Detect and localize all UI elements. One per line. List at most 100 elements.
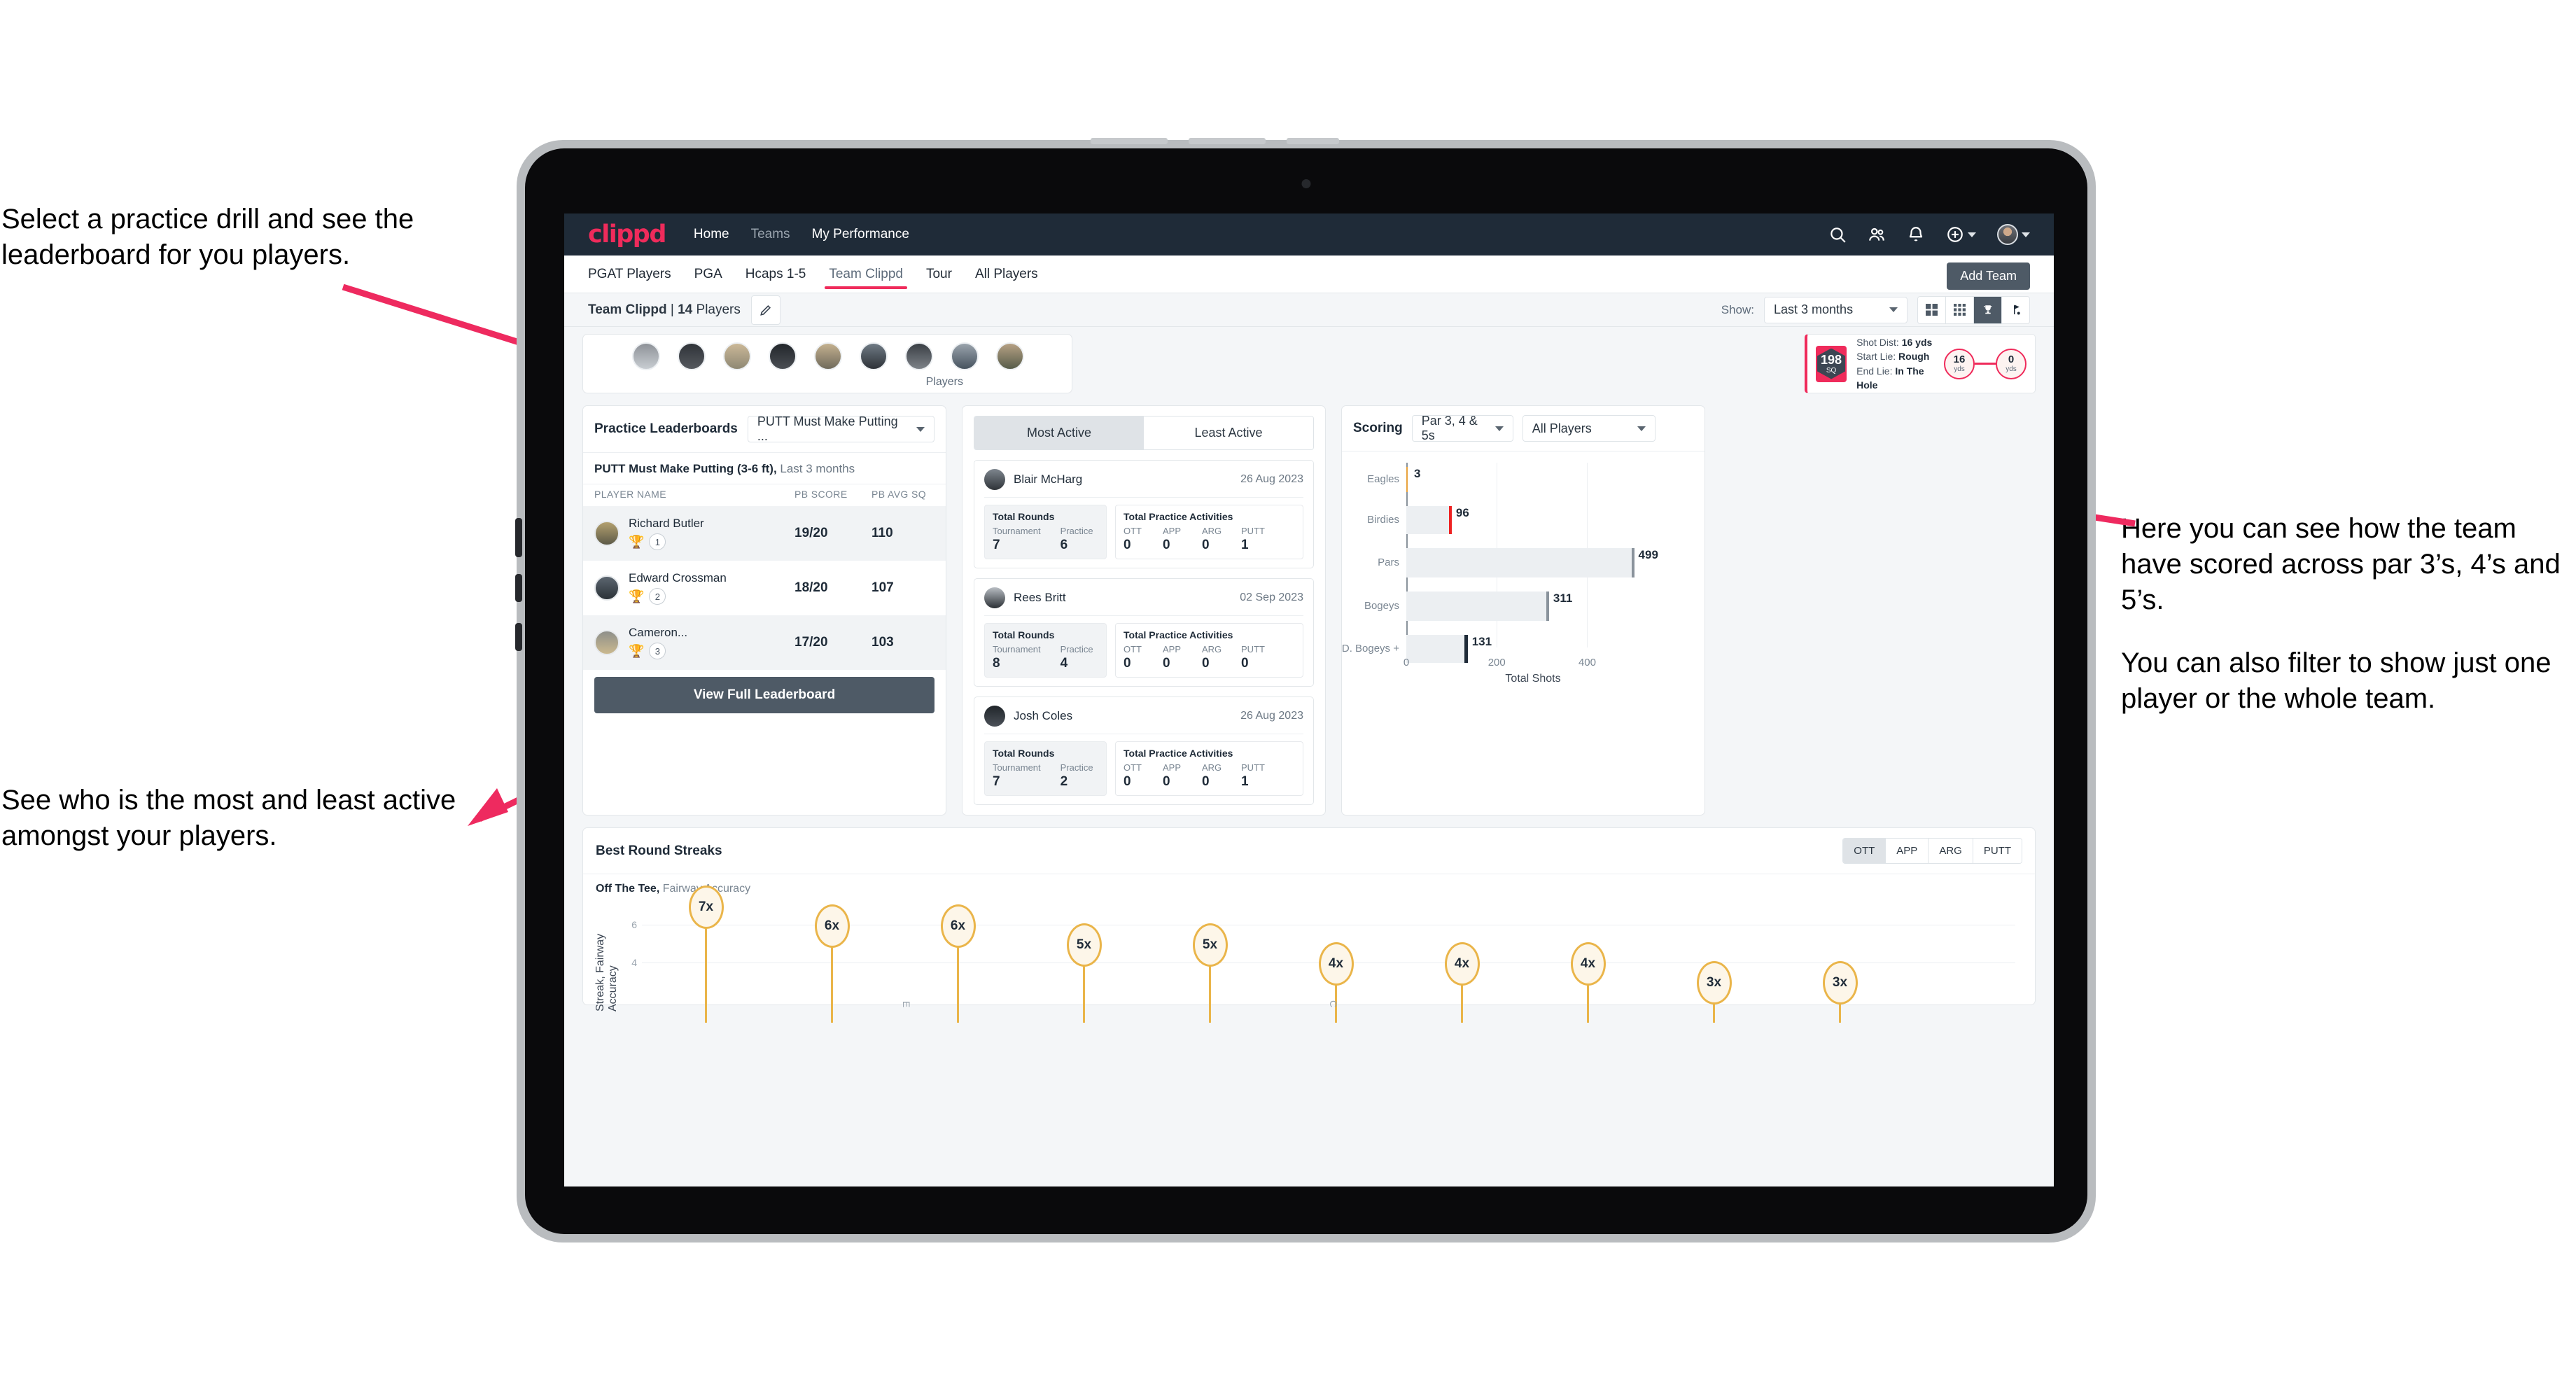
- streak-marker[interactable]: 3x: [1696, 961, 1732, 1023]
- pb-avg-sq: 103: [872, 635, 894, 650]
- avatar[interactable]: [814, 342, 842, 370]
- avatar[interactable]: [678, 342, 706, 370]
- total-practice-activities-box: Total Practice Activities OTT 0 APP 0 ARG 0…: [1115, 741, 1303, 796]
- view-trophy-button[interactable]: [1974, 296, 2002, 323]
- nav-home[interactable]: Home: [694, 227, 729, 242]
- shot-sq-value: 198: [1821, 352, 1842, 367]
- tab-most-active[interactable]: Most Active: [974, 416, 1144, 449]
- view-grid-large-button[interactable]: [1918, 296, 1946, 323]
- avatar[interactable]: [632, 342, 660, 370]
- date-range-select[interactable]: Last 3 months: [1764, 296, 1907, 323]
- avatar[interactable]: [905, 342, 933, 370]
- tablet-device: clippd Home Teams My Performance PGAT Pl…: [515, 138, 2096, 1242]
- par-filter-select[interactable]: Par 3, 4 & 5s: [1411, 414, 1513, 442]
- profile-menu[interactable]: [1997, 224, 2030, 245]
- ott-label: OTT: [1124, 762, 1142, 773]
- annotation-bottom-left-text: See who is the most and least active amo…: [1, 785, 456, 852]
- start-lie-value: Rough: [1898, 351, 1930, 363]
- tab-least-active[interactable]: Least Active: [1144, 416, 1313, 449]
- bell-icon[interactable]: [1907, 225, 1925, 244]
- search-icon[interactable]: [1828, 225, 1847, 244]
- annotation-right: Here you can see how the team have score…: [2121, 511, 2569, 743]
- ott-stat: OTT 0: [1124, 762, 1147, 790]
- streak-marker[interactable]: 7x: [688, 886, 724, 1023]
- edit-team-button[interactable]: [750, 295, 780, 325]
- annotation-top-left-text: Select a practice drill and see the lead…: [1, 204, 414, 271]
- table-row[interactable]: Cameron... 🏆 3 17/20 103: [583, 615, 946, 670]
- clippd-logo[interactable]: clippd: [588, 220, 666, 248]
- tab-tour[interactable]: Tour: [926, 255, 952, 293]
- streaks-subtitle: Off The Tee, Fairway Accuracy: [583, 874, 2035, 895]
- tab-app[interactable]: APP: [1886, 839, 1929, 863]
- table-row[interactable]: Edward Crossman 🏆 2 18/20 107: [583, 561, 946, 615]
- tab-arg[interactable]: ARG: [1928, 839, 1973, 863]
- activity-stats: Total Rounds Tournament 8 Practice 4 Tot…: [984, 623, 1303, 678]
- bar-label: Eagles: [1367, 473, 1399, 485]
- activity-player-card[interactable]: Josh Coles 26 Aug 2023 Total Rounds Tour…: [974, 696, 1314, 805]
- tournament-value: 7: [993, 774, 1000, 789]
- avatar: [594, 521, 620, 546]
- tab-putt[interactable]: PUTT: [1973, 839, 2022, 863]
- view-grid-small-button[interactable]: [1946, 296, 1974, 323]
- view-full-leaderboard-button[interactable]: View Full Leaderboard: [594, 677, 934, 713]
- tab-pga[interactable]: PGA: [694, 255, 722, 293]
- ott-stat: OTT 0: [1124, 526, 1147, 553]
- streak-bubble: 6x: [940, 904, 976, 948]
- app-screen: clippd Home Teams My Performance PGAT Pl…: [564, 214, 2054, 1186]
- col-player-name: PLAYER NAME: [594, 489, 666, 500]
- ott-label: OTT: [1124, 526, 1142, 536]
- bar: 3: [1406, 467, 1420, 492]
- player-name: Blair McHarg: [1014, 472, 1083, 486]
- nav-my-performance[interactable]: My Performance: [812, 227, 909, 242]
- streak-marker[interactable]: 5x: [1066, 923, 1102, 1023]
- arg-label: ARG: [1202, 526, 1222, 536]
- drill-select[interactable]: PUTT Must Make Putting ...: [747, 414, 934, 443]
- streak-marker[interactable]: 4x: [1444, 942, 1480, 1023]
- streak-marker[interactable]: 5x: [1192, 923, 1228, 1023]
- activity-player-card[interactable]: Rees Britt 02 Sep 2023 Total Rounds Tour…: [974, 578, 1314, 687]
- avatar[interactable]: [860, 342, 888, 370]
- people-icon[interactable]: [1868, 225, 1886, 244]
- streak-marker[interactable]: 6x: [940, 904, 976, 1023]
- plus-circle-icon[interactable]: [1946, 225, 1964, 244]
- bar-cap: [1546, 592, 1549, 621]
- avatar[interactable]: [723, 342, 751, 370]
- tab-team-clippd[interactable]: Team Clippd: [825, 255, 907, 293]
- view-flag-button[interactable]: [2002, 297, 2029, 323]
- practice-stat: Practice 2: [1060, 762, 1093, 790]
- streak-marker[interactable]: 4x: [1570, 942, 1606, 1023]
- team-player-count: 14: [678, 302, 693, 317]
- player-filter-select[interactable]: All Players: [1522, 415, 1656, 442]
- user-avatar[interactable]: [1997, 224, 2018, 245]
- avatar[interactable]: [769, 342, 797, 370]
- streak-marker[interactable]: 6x: [814, 904, 850, 1023]
- activity-player-card[interactable]: Blair McHarg 26 Aug 2023 Total Rounds To…: [974, 460, 1314, 568]
- streak-marker[interactable]: 3x: [1822, 961, 1858, 1023]
- tab-pgat-players[interactable]: PGAT Players: [588, 255, 671, 293]
- table-row[interactable]: Richard Butler 🏆 1 19/20 110: [583, 506, 946, 561]
- tablet-side-button-3: [515, 623, 522, 651]
- tablet-bezel-inner: clippd Home Teams My Performance PGAT Pl…: [525, 148, 2087, 1234]
- streak-bubble: 3x: [1822, 961, 1858, 1004]
- grid-small-icon: [1954, 304, 1966, 316]
- avatar[interactable]: [996, 342, 1024, 370]
- putt-label: PUTT: [1241, 526, 1265, 536]
- scoring-title: Scoring: [1353, 421, 1403, 435]
- x-tick: C: [1328, 1000, 1339, 1007]
- nav-teams[interactable]: Teams: [751, 227, 790, 242]
- end-distance-unit: yds: [2005, 365, 2017, 373]
- tab-ott[interactable]: OTT: [1843, 839, 1886, 863]
- practice-activity-values: OTT 0 APP 0 ARG 0 PUTT 1: [1124, 526, 1295, 553]
- streak-bubble: 3x: [1696, 961, 1732, 1004]
- plus-menu[interactable]: [1946, 225, 1976, 244]
- distance-connector: [1975, 363, 1996, 365]
- section-tabbar: PGAT Players PGA Hcaps 1-5 Team Clippd T…: [564, 255, 2054, 293]
- tab-all-players[interactable]: All Players: [975, 255, 1038, 293]
- add-team-button[interactable]: Add Team: [1947, 262, 2030, 290]
- streaks-header: Best Round Streaks OTT APP ARG PUTT: [583, 828, 2035, 874]
- chevron-down-icon: [1889, 307, 1898, 312]
- tab-hcaps-1-5[interactable]: Hcaps 1-5: [746, 255, 806, 293]
- avatar[interactable]: [951, 342, 979, 370]
- shot-end-distance: 0 yds: [1996, 348, 2026, 379]
- player-name: Cameron...: [629, 626, 688, 639]
